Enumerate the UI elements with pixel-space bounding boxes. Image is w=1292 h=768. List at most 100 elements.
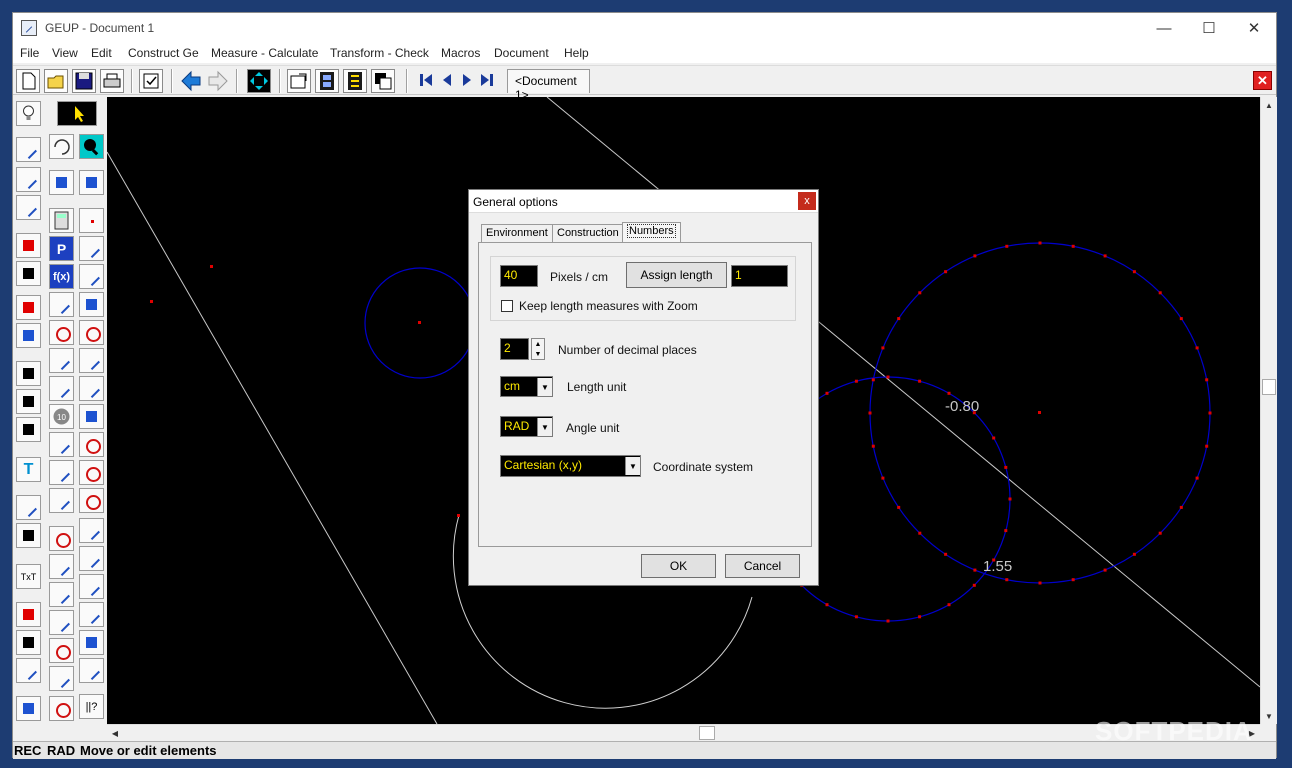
parallel-lines-icon[interactable]: [16, 167, 41, 192]
regular-polygon-icon[interactable]: [79, 320, 104, 345]
bisector-icon[interactable]: [79, 546, 104, 571]
arc-icon[interactable]: [79, 488, 104, 513]
scroll-up-icon[interactable]: ▲: [1261, 97, 1277, 113]
segment-icon[interactable]: [79, 264, 104, 289]
point-tool-icon[interactable]: [79, 208, 104, 233]
homothety-icon[interactable]: [49, 666, 74, 691]
chevron-down-icon[interactable]: ▼: [537, 418, 552, 436]
decimal-places-input[interactable]: 2: [500, 338, 529, 360]
menu-transform[interactable]: Transform - Check: [330, 46, 429, 60]
pointer-tool-icon[interactable]: [57, 101, 97, 126]
scroll-down-icon[interactable]: ▼: [1261, 708, 1277, 724]
tab-environment[interactable]: Environment: [481, 224, 553, 242]
locus-icon[interactable]: [49, 320, 74, 345]
tab-numbers[interactable]: Numbers: [622, 222, 681, 243]
decimal-places-spinner[interactable]: ▲ ▼: [531, 338, 545, 360]
function-icon[interactable]: f(x): [49, 264, 74, 289]
text-tool-icon[interactable]: T: [16, 457, 41, 482]
forward-arrow-icon[interactable]: [206, 69, 230, 93]
axes-icon[interactable]: [49, 348, 74, 373]
rotate-icon[interactable]: [49, 134, 74, 159]
first-icon[interactable]: [416, 69, 436, 93]
tangent-icon[interactable]: [79, 602, 104, 627]
ok-button[interactable]: OK: [641, 554, 716, 578]
vector-icon[interactable]: [79, 518, 104, 543]
zoom-icon[interactable]: [79, 134, 104, 159]
polygon-icon[interactable]: [79, 292, 104, 317]
checklist-icon[interactable]: [139, 69, 163, 93]
parameter-icon[interactable]: P: [49, 236, 74, 261]
document-tab[interactable]: <Document 1>: [507, 69, 590, 102]
function-graph-icon[interactable]: [49, 292, 74, 317]
open-icon[interactable]: [44, 69, 68, 93]
fit-view-icon[interactable]: [247, 69, 271, 93]
fraction-icon[interactable]: [49, 488, 74, 513]
angle-unit-select[interactable]: RAD ▼: [500, 416, 553, 437]
lightbulb-icon[interactable]: [16, 101, 41, 126]
delete-icon[interactable]: [16, 233, 41, 258]
film-icon[interactable]: [315, 69, 339, 93]
last-icon[interactable]: [477, 69, 497, 93]
chevron-down-icon[interactable]: ▼: [537, 378, 552, 396]
perpendicular-icon[interactable]: [49, 554, 74, 579]
scroll-left-icon[interactable]: ◀: [107, 725, 123, 741]
resize-icon[interactable]: [16, 658, 41, 683]
angle-icon[interactable]: [16, 495, 41, 520]
fill-style-icon[interactable]: [16, 417, 41, 442]
menu-file[interactable]: File: [20, 46, 39, 60]
duplicate-icon[interactable]: [371, 69, 395, 93]
graph-icon[interactable]: [49, 170, 74, 195]
angle-measure-icon[interactable]: [49, 432, 74, 457]
back-arrow-icon[interactable]: [179, 69, 203, 93]
dilation-icon[interactable]: [79, 630, 104, 655]
ray-icon[interactable]: [79, 376, 104, 401]
menu-edit[interactable]: Edit: [91, 46, 112, 60]
print-icon[interactable]: [100, 69, 124, 93]
calculator-icon[interactable]: [49, 208, 74, 233]
table-icon[interactable]: [16, 602, 41, 627]
curve-icon[interactable]: [79, 236, 104, 261]
copy-icon[interactable]: [16, 523, 41, 548]
menu-macros[interactable]: Macros: [441, 46, 480, 60]
vertical-scroll-thumb[interactable]: [1262, 379, 1276, 395]
new-icon[interactable]: [16, 69, 40, 93]
assign-length-button[interactable]: Assign length: [626, 262, 727, 288]
menu-view[interactable]: View: [52, 46, 78, 60]
symmetric-icon[interactable]: [49, 582, 74, 607]
horizontal-scroll-thumb[interactable]: [699, 726, 715, 740]
rotation-icon[interactable]: [49, 638, 74, 663]
minimize-button[interactable]: —: [1141, 13, 1187, 43]
text-format-icon[interactable]: TxT: [16, 564, 41, 589]
horizontal-scrollbar[interactable]: ◀ ▶: [107, 724, 1260, 741]
vertical-scrollbar[interactable]: ▲ ▼: [1260, 97, 1277, 724]
prev-icon[interactable]: [437, 69, 457, 93]
image-icon[interactable]: [16, 630, 41, 655]
inversion-icon[interactable]: [79, 658, 104, 683]
cancel-button[interactable]: Cancel: [725, 554, 800, 578]
menu-document[interactable]: Document: [494, 46, 549, 60]
translate-icon[interactable]: [49, 610, 74, 635]
coordinate-system-select[interactable]: Cartesian (x,y) ▼: [500, 455, 641, 477]
color-icon[interactable]: [16, 295, 41, 320]
midpoint-icon[interactable]: [79, 404, 104, 429]
measure-icon[interactable]: 10: [49, 404, 74, 429]
line-style-icon[interactable]: [16, 389, 41, 414]
menu-measure[interactable]: Measure - Calculate: [211, 46, 318, 60]
point-style-icon[interactable]: [16, 361, 41, 386]
assign-length-input[interactable]: 1: [731, 265, 788, 287]
cross-icon[interactable]: [79, 574, 104, 599]
intersection-icon[interactable]: [16, 195, 41, 220]
pixels-per-cm-input[interactable]: 40: [500, 265, 538, 287]
equation-icon[interactable]: [16, 696, 41, 721]
check-property-icon[interactable]: ||?: [79, 694, 104, 719]
macro-film-icon[interactable]: [343, 69, 367, 93]
circle-icon[interactable]: [79, 432, 104, 457]
line-icon[interactable]: [79, 348, 104, 373]
close-document-icon[interactable]: ✕: [1253, 71, 1272, 90]
compass-icon[interactable]: [49, 696, 74, 721]
keep-zoom-checkbox[interactable]: [501, 300, 513, 312]
maximize-button[interactable]: ☐: [1186, 13, 1232, 43]
length-unit-select[interactable]: cm ▼: [500, 376, 553, 397]
circle-point-icon[interactable]: [79, 460, 104, 485]
save-icon[interactable]: [72, 69, 96, 93]
